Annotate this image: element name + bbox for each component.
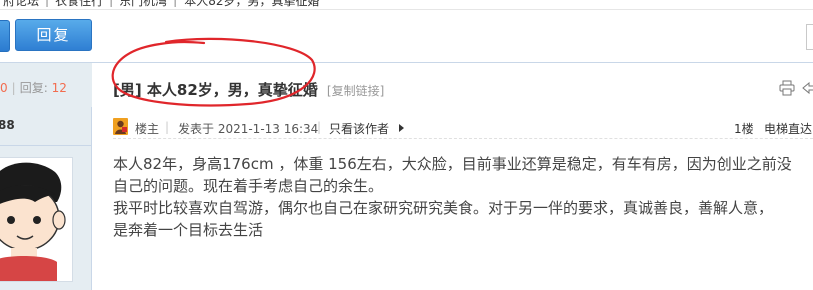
content-line: 是奔着一个目标去生活 — [113, 221, 264, 239]
cartoon-avatar-icon — [0, 158, 72, 281]
post-content: 本人82年，身高176cm ，体重 156左右，大众脸，目前事业还算是稳定，有车… — [113, 153, 813, 241]
print-icon[interactable] — [779, 80, 795, 96]
reply-button[interactable]: 回复 — [15, 19, 92, 51]
only-author-link[interactable]: 只看该作者 — [329, 120, 389, 137]
caret-right-icon — [399, 124, 404, 132]
breadcrumb: 府论坛 | 衣食住行 | 东门杭湾 | 本人82岁，男，真挚征婚 — [0, 0, 319, 9]
reply-count: 12 — [51, 81, 67, 95]
posted-at: 发表于 2021-1-13 16:34 — [178, 122, 319, 136]
reply-count-label: 回复: — [19, 81, 48, 95]
breadcrumb-separator: | — [109, 0, 114, 7]
author-sidebar: 0 | 回复: 12 88 — [0, 63, 92, 290]
page-jump-input[interactable] — [806, 24, 813, 50]
content-line: 我平时比较喜欢自驾游，偶尔也自己在家研究研究美食。对于另一伴的要求，真诚善良，善… — [113, 199, 774, 217]
content-line: 自己的问题。现在着手考虑自己的余生。 — [113, 177, 384, 195]
back-arrow-icon[interactable] — [800, 80, 813, 96]
meta-separator: | — [165, 120, 170, 134]
new-post-button[interactable] — [0, 20, 10, 52]
stats-separator: | — [11, 81, 16, 95]
thread-starter-icon — [113, 118, 128, 135]
breadcrumb-separator: | — [173, 0, 178, 7]
floor-number: 1楼 — [734, 122, 754, 136]
post-stats: 0 | 回复: 12 — [0, 63, 92, 107]
breadcrumb-category[interactable]: 衣食住行 — [52, 0, 106, 9]
post-title-row: [男] 本人82岁，男，真挚征婚 [复制链接] — [113, 79, 384, 100]
toolbar: 回复 — [0, 17, 813, 57]
post-title: [男] 本人82岁，男，真挚征婚 — [113, 81, 318, 99]
post-meta: 楼主 | 发表于 2021-1-13 16:34 | 只看该作者 1楼 电梯直达 — [113, 115, 813, 139]
breadcrumb-board[interactable]: 东门杭湾 — [116, 0, 170, 9]
floor-jump-link[interactable]: 电梯直达 — [764, 120, 812, 137]
breadcrumb-forum[interactable]: 府论坛 — [0, 0, 42, 9]
post-body: [男] 本人82岁，男，真挚征婚 [复制链接] 楼主 | 发表于 2021-1-… — [93, 63, 813, 290]
breadcrumb-current: 本人82岁，男，真挚征婚 — [184, 0, 320, 8]
copy-link-button[interactable]: [复制链接] — [327, 84, 384, 98]
breadcrumb-divider — [0, 9, 813, 10]
content-line: 本人82年，身高176cm ，体重 156左右，大众脸，目前事业还算是稳定，有车… — [113, 155, 792, 173]
meta-separator: | — [317, 120, 322, 134]
avatar[interactable] — [0, 157, 73, 282]
sidebar-divider — [0, 145, 91, 146]
author-name[interactable]: 88 — [0, 118, 15, 132]
view-count: 0 — [0, 81, 8, 95]
post-table: 0 | 回复: 12 88 [男] 本人82岁，男，真挚征婚 [复制链接] 楼主… — [0, 62, 813, 290]
thread-starter-label: 楼主 — [135, 122, 160, 136]
breadcrumb-separator: | — [45, 0, 50, 7]
